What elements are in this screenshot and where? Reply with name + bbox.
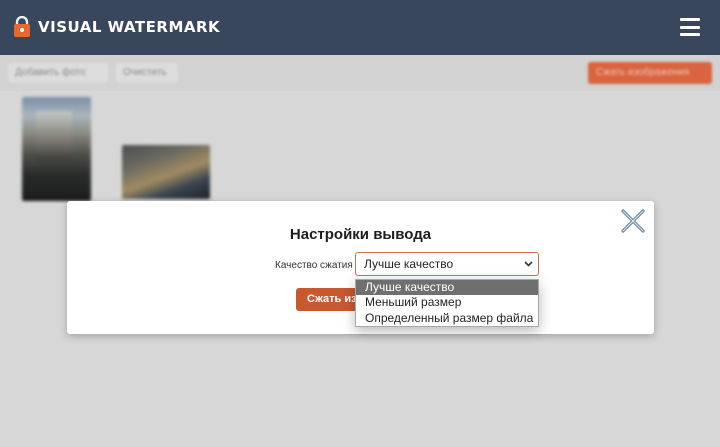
compression-quality-label: Качество сжатия [275,260,353,271]
clear-button[interactable]: Очистить [116,63,178,83]
dropdown-option-best-quality[interactable]: Лучше качество [356,280,538,296]
toolbar: Добавить фото Очистить Сжать изображения [0,55,720,91]
menu-bar [680,33,700,36]
add-photo-button[interactable]: Добавить фото [8,63,108,83]
compression-quality-select[interactable]: Лучше качество [355,252,539,276]
image-thumbnail[interactable] [22,97,91,201]
app-header: VISUAL WATERMARK [0,0,720,55]
hamburger-menu-icon[interactable] [680,18,700,36]
menu-bar [680,25,700,29]
lock-icon [14,16,30,37]
dropdown-option-specific-file-size[interactable]: Определенный размер файла [356,311,538,326]
dialog-title: Настройки вывода [289,226,432,243]
dropdown-option-smaller-size[interactable]: Меньший размер [356,295,538,310]
compress-images-button[interactable]: Сжать изображения [588,62,712,84]
chevron-down-icon [524,261,533,267]
menu-bar [680,18,700,21]
compression-quality-dropdown: Лучше качество Меньший размер Определенн… [355,279,539,327]
app-title: VISUAL WATERMARK [38,18,221,36]
image-thumbnail[interactable] [122,145,210,199]
select-value: Лучше качество [364,257,454,271]
